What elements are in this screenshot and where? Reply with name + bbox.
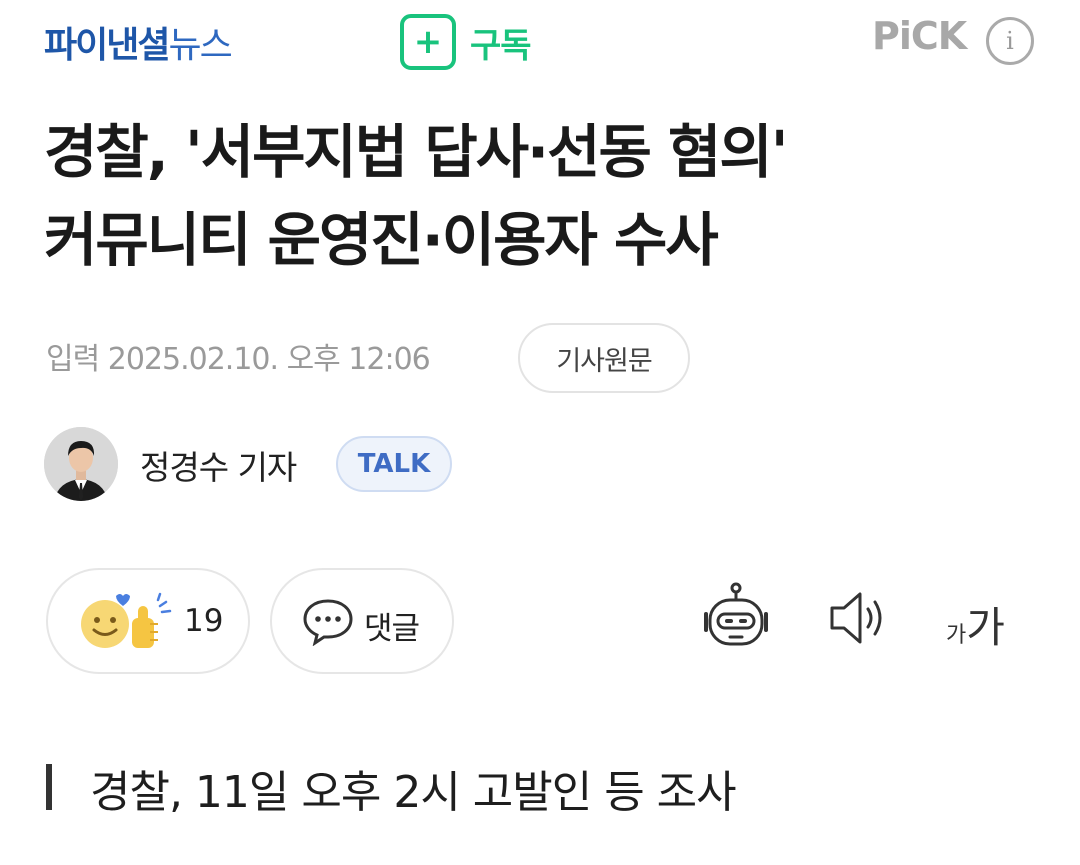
smile-thumbs-up-icon — [81, 592, 172, 648]
plus-icon: + — [400, 14, 456, 70]
reporter-avatar[interactable] — [44, 427, 118, 501]
robot-icon[interactable] — [700, 582, 772, 654]
info-icon[interactable]: i — [986, 17, 1034, 65]
article-subheading: 경찰, 11일 오후 2시 고발인 등 조사 — [90, 767, 737, 818]
article-header: 파이낸셜뉴스 + 구독 PiCK i — [0, 0, 1080, 90]
talk-button[interactable]: TALK — [336, 436, 452, 492]
speaker-icon[interactable] — [828, 582, 888, 654]
reaction-button[interactable]: 19 — [46, 568, 250, 674]
font-size-large: 가 — [966, 603, 1005, 652]
subscribe-button[interactable]: + 구독 — [400, 13, 532, 71]
pick-badge: PiCK — [872, 14, 967, 58]
reaction-count: 19 — [184, 603, 224, 639]
speech-bubble-icon — [303, 599, 353, 646]
press-logo-sub: 뉴스 — [168, 25, 232, 66]
article-title: 경찰, '서부지법 답사·선동 혐의' 커뮤니티 운영진·이용자 수사 — [44, 108, 1054, 284]
font-size-small: 가 — [946, 623, 967, 648]
font-size-icon[interactable]: 가가 — [946, 594, 1005, 655]
original-article-button[interactable]: 기사원문 — [518, 323, 690, 393]
reporter-photo — [44, 427, 118, 501]
subscribe-label: 구독 — [470, 25, 532, 66]
comment-button[interactable]: 댓글 — [270, 568, 454, 674]
article-dateline: 입력 2025.02.10. 오후 12:06 — [46, 342, 431, 377]
article-title-line-1: 경찰, '서부지법 답사·선동 혐의' — [44, 118, 788, 186]
comment-label: 댓글 — [364, 611, 420, 647]
subheading-bar — [46, 764, 52, 810]
press-logo-main: 파이낸셜 — [44, 25, 170, 66]
article-title-line-2: 커뮤니티 운영진·이용자 수사 — [44, 206, 719, 274]
press-logo[interactable]: 파이낸셜뉴스 — [44, 16, 233, 68]
reporter-name[interactable]: 정경수 기자 — [140, 441, 297, 489]
